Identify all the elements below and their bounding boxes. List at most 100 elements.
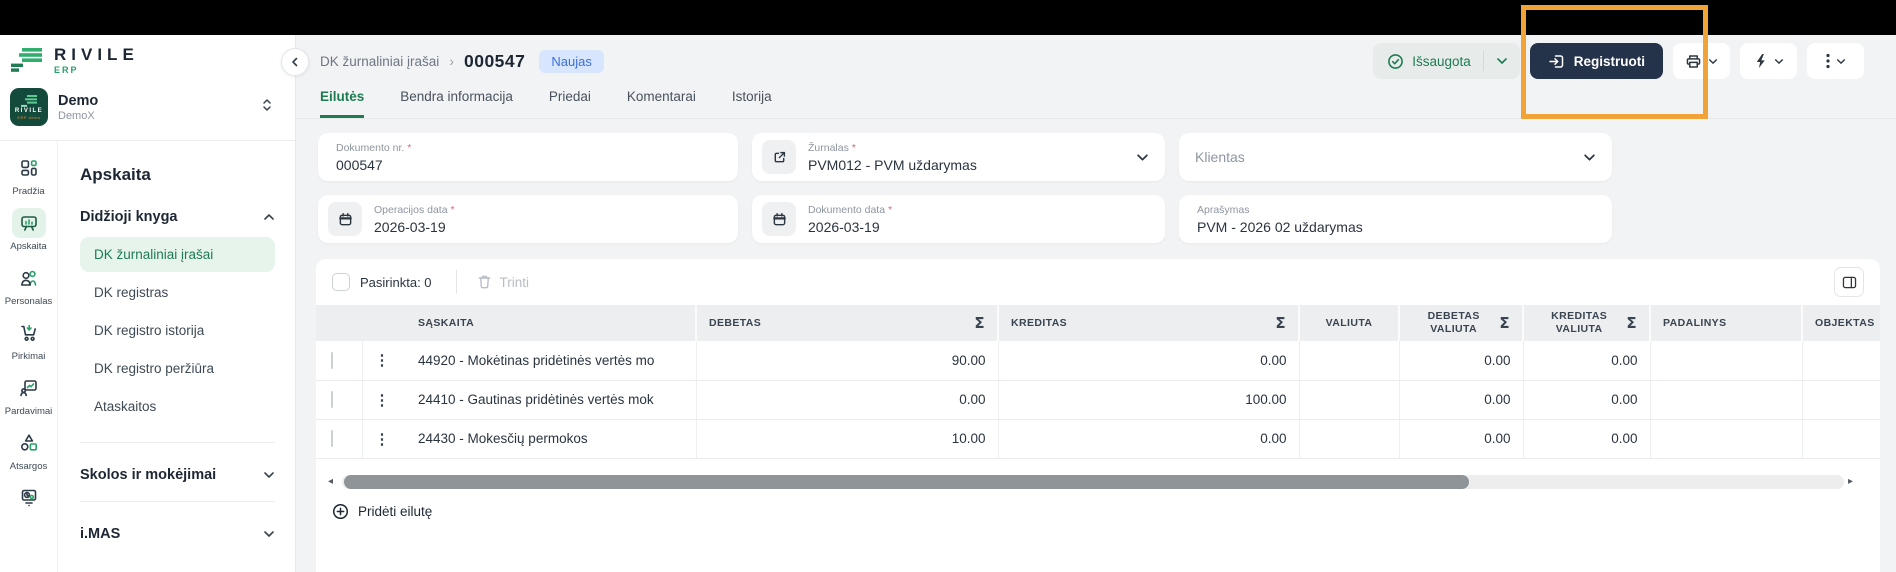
table-row[interactable]: ⋮ 24410 - Gautinas pridėtinės vertės mok… bbox=[316, 380, 1880, 419]
table-row[interactable]: ⋮ 44920 - Mokėtinas pridėtinės vertės mo… bbox=[316, 341, 1880, 380]
row-checkbox[interactable] bbox=[331, 352, 333, 369]
column-header-credit[interactable]: KREDITASΣ bbox=[998, 305, 1299, 341]
credit-currency-cell[interactable]: 0.00 bbox=[1523, 341, 1650, 380]
table-row[interactable]: ⋮ 24430 - Mokesčių permokos 10.00 0.00 0… bbox=[316, 419, 1880, 458]
debit-currency-cell[interactable]: 0.00 bbox=[1399, 341, 1523, 380]
column-header-currency[interactable]: VALIUTA bbox=[1299, 305, 1399, 341]
tab-bendra-informacija[interactable]: Bendra informacija bbox=[400, 89, 513, 118]
people-icon bbox=[12, 263, 46, 293]
calendar-icon[interactable] bbox=[762, 202, 796, 236]
sidebar-rail-item-personalas[interactable]: Personalas bbox=[1, 263, 57, 307]
account-cell[interactable]: 24410 - Gautinas pridėtinės vertės mok bbox=[398, 380, 696, 419]
sidebar-rail-item-reports[interactable] bbox=[1, 483, 57, 513]
field-label: Operacijos data bbox=[374, 204, 455, 216]
department-cell[interactable] bbox=[1650, 380, 1802, 419]
sidebar-item-dk-registras[interactable]: DK registras bbox=[80, 275, 275, 310]
tab-priedai[interactable]: Priedai bbox=[549, 89, 591, 118]
object-cell[interactable] bbox=[1802, 380, 1880, 419]
row-checkbox[interactable] bbox=[331, 391, 333, 408]
department-cell[interactable] bbox=[1650, 341, 1802, 380]
account-cell[interactable]: 44920 - Mokėtinas pridėtinės vertės mo bbox=[398, 341, 696, 380]
row-kebab-icon[interactable]: ⋮ bbox=[362, 419, 398, 458]
column-header-credit-currency[interactable]: KREDITAS VALIUTAΣ bbox=[1523, 305, 1650, 341]
column-header-account[interactable]: SĄSKAITA bbox=[398, 305, 696, 341]
journal-field[interactable]: Žurnalas PVM012 - PVM uždarymas bbox=[752, 133, 1165, 181]
operation-date-field[interactable]: Operacijos data 2026-03-19 bbox=[318, 195, 738, 243]
register-button[interactable]: Registruoti bbox=[1530, 43, 1663, 79]
sum-icon[interactable]: Σ bbox=[1499, 314, 1510, 332]
external-link-icon[interactable] bbox=[762, 140, 796, 174]
scrollbar-track[interactable] bbox=[342, 475, 1844, 489]
delete-rows-button[interactable]: Trinti bbox=[477, 274, 530, 290]
sidebar-rail-item-pardavimai[interactable]: Pardavimai bbox=[1, 373, 57, 417]
row-checkbox[interactable] bbox=[331, 430, 333, 447]
column-header-department[interactable]: PADALINYS bbox=[1650, 305, 1802, 341]
sum-icon[interactable]: Σ bbox=[974, 314, 985, 332]
debit-cell[interactable]: 10.00 bbox=[696, 419, 998, 458]
menu-group-didzioji-knyga[interactable]: Didžioji knyga bbox=[80, 209, 275, 225]
currency-cell[interactable] bbox=[1299, 380, 1399, 419]
sidebar-item-dk-zurnaliniai-irasai[interactable]: DK žurnaliniai įrašai bbox=[80, 237, 275, 272]
object-cell[interactable] bbox=[1802, 419, 1880, 458]
calendar-icon[interactable] bbox=[328, 202, 362, 236]
client-field[interactable]: Klientas bbox=[1179, 133, 1612, 181]
quick-actions-button[interactable] bbox=[1740, 43, 1797, 79]
credit-currency-cell[interactable]: 0.00 bbox=[1523, 380, 1650, 419]
debit-cell[interactable]: 90.00 bbox=[696, 341, 998, 380]
row-kebab-icon[interactable]: ⋮ bbox=[362, 341, 398, 380]
field-value: PVM - 2026 02 uždarymas bbox=[1197, 219, 1363, 235]
menu-group-skolos[interactable]: Skolos ir mokėjimai bbox=[80, 467, 275, 483]
chevron-down-icon[interactable] bbox=[1484, 57, 1520, 65]
sum-icon[interactable]: Σ bbox=[1626, 314, 1637, 332]
chevron-down-icon[interactable] bbox=[1136, 153, 1149, 162]
more-options-button[interactable] bbox=[1807, 43, 1864, 79]
sidebar-rail-item-atsargos[interactable]: Atsargos bbox=[1, 428, 57, 472]
column-header-object[interactable]: OBJEKTAS bbox=[1802, 305, 1880, 341]
menu-group-imas[interactable]: i.MAS bbox=[80, 526, 275, 542]
sum-icon[interactable]: Σ bbox=[1275, 314, 1286, 332]
select-all-checkbox[interactable] bbox=[332, 273, 350, 291]
row-kebab-icon[interactable]: ⋮ bbox=[362, 380, 398, 419]
credit-currency-cell[interactable]: 0.00 bbox=[1523, 419, 1650, 458]
currency-cell[interactable] bbox=[1299, 341, 1399, 380]
sidebar-rail-item-apskaita[interactable]: Apskaita bbox=[1, 208, 57, 252]
description-field[interactable]: Aprašymas PVM - 2026 02 uždarymas bbox=[1179, 195, 1612, 243]
column-header-debit-currency[interactable]: DEBETAS VALIUTAΣ bbox=[1399, 305, 1523, 341]
chevron-down-icon[interactable] bbox=[1583, 153, 1596, 162]
add-row-button[interactable]: Pridėti eilutę bbox=[316, 490, 1880, 533]
object-cell[interactable] bbox=[1802, 341, 1880, 380]
sidebar-item-ataskaitos[interactable]: Ataskaitos bbox=[80, 389, 275, 424]
horizontal-scrollbar[interactable]: ◂ ▸ bbox=[326, 474, 1858, 490]
currency-cell[interactable] bbox=[1299, 419, 1399, 458]
saved-split-button[interactable]: Išsaugota bbox=[1373, 43, 1520, 79]
tab-eilutes[interactable]: Eilutės bbox=[320, 89, 364, 118]
tab-komentarai[interactable]: Komentarai bbox=[627, 89, 696, 118]
credit-cell[interactable]: 0.00 bbox=[998, 419, 1299, 458]
account-cell[interactable]: 24430 - Mokesčių permokos bbox=[398, 419, 696, 458]
chevron-up-down-icon[interactable] bbox=[261, 97, 273, 113]
collapse-sidebar-button[interactable] bbox=[281, 48, 309, 76]
debit-cell[interactable]: 0.00 bbox=[696, 380, 998, 419]
credit-cell[interactable]: 100.00 bbox=[998, 380, 1299, 419]
breadcrumb[interactable]: DK žurnaliniai įrašai bbox=[320, 54, 439, 69]
scrollbar-thumb[interactable] bbox=[344, 475, 1469, 489]
debit-currency-cell[interactable]: 0.00 bbox=[1399, 380, 1523, 419]
header-actions: Išsaugota Registruoti bbox=[1373, 43, 1864, 79]
department-cell[interactable] bbox=[1650, 419, 1802, 458]
document-date-field[interactable]: Dokumento data 2026-03-19 bbox=[752, 195, 1165, 243]
sidebar-item-dk-registro-perziura[interactable]: DK registro peržiūra bbox=[80, 351, 275, 386]
print-button[interactable] bbox=[1673, 43, 1730, 79]
sidebar-item-dk-registro-istorija[interactable]: DK registro istorija bbox=[80, 313, 275, 348]
document-number-field[interactable]: Dokumento nr. 000547 bbox=[318, 133, 738, 181]
tab-istorija[interactable]: Istorija bbox=[732, 89, 772, 118]
sidebar-rail-item-pradzia[interactable]: Pradžia bbox=[1, 153, 57, 197]
table-toolbar: Pasirinkta: 0 Trinti bbox=[316, 259, 1880, 305]
sidebar-rail-item-pirkimai[interactable]: Pirkimai bbox=[1, 318, 57, 362]
scroll-left-arrow-icon[interactable]: ◂ bbox=[328, 476, 338, 488]
column-settings-button[interactable] bbox=[1834, 267, 1864, 297]
credit-cell[interactable]: 0.00 bbox=[998, 341, 1299, 380]
column-header-debit[interactable]: DEBETASΣ bbox=[696, 305, 998, 341]
scroll-right-arrow-icon[interactable]: ▸ bbox=[1848, 476, 1858, 488]
company-selector[interactable]: RIVILE ERP demo Demo DemoX bbox=[0, 79, 295, 140]
debit-currency-cell[interactable]: 0.00 bbox=[1399, 419, 1523, 458]
